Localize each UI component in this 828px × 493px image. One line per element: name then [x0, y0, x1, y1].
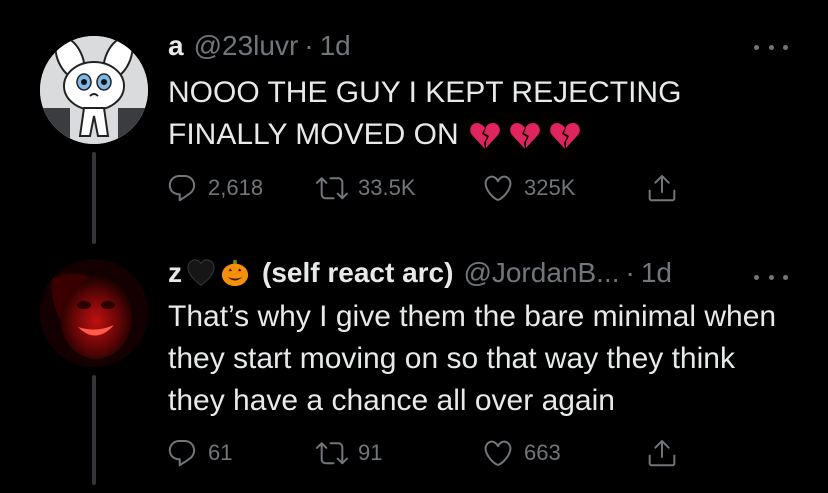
retweet-icon — [316, 442, 348, 465]
action-bar: 61 91 663 — [166, 435, 686, 471]
thread-line — [92, 152, 96, 244]
like-count: 663 — [524, 440, 561, 465]
retweet-button[interactable]: 33.5K — [316, 170, 416, 206]
heart-icon — [484, 175, 512, 201]
display-name-suffix[interactable]: (self react arc) — [262, 255, 453, 291]
separator-dot: · — [625, 257, 635, 288]
retweet-count: 91 — [358, 440, 383, 465]
timestamp[interactable]: 1d — [320, 28, 351, 64]
tweet-header: z (self react arc) @JordanB... · 1d — [168, 255, 672, 291]
broken-heart-icon — [549, 120, 581, 152]
tweet-header: a @23luvr · 1d — [168, 28, 351, 64]
reply-count: 61 — [208, 440, 233, 465]
share-button[interactable] — [646, 435, 678, 471]
display-name[interactable]: z — [168, 255, 182, 291]
retweet-count: 33.5K — [358, 175, 416, 200]
more-options-icon[interactable] — [754, 267, 788, 287]
like-button[interactable]: 663 — [482, 435, 561, 471]
broken-heart-icon — [469, 120, 501, 152]
tweet-1[interactable]: a @23luvr · 1d NOOO THE GUY I KEPT REJEC… — [0, 0, 828, 244]
share-icon — [648, 440, 676, 467]
reply-icon — [168, 439, 196, 467]
thread-line — [92, 375, 96, 485]
reply-button[interactable]: 61 — [166, 435, 232, 471]
share-icon — [648, 175, 676, 202]
tweet-text: NOOO THE GUY I KEPT REJECTING FINALLY MO… — [168, 72, 798, 156]
action-bar: 2,618 33.5K 325K — [166, 170, 686, 206]
handle[interactable]: @JordanB... — [463, 255, 619, 291]
like-count: 325K — [524, 175, 576, 200]
share-button[interactable] — [646, 170, 678, 206]
avatar[interactable] — [40, 259, 148, 367]
tweet-text-content: That’s why I give them the bare minimal … — [168, 300, 777, 417]
tweet-2[interactable]: z (self react arc) @JordanB... · 1d That… — [0, 240, 828, 493]
red-face-avatar-image — [40, 259, 148, 367]
display-name[interactable]: a — [168, 28, 184, 64]
tweet-text-content: NOOO THE GUY I KEPT REJECTING FINALLY MO… — [168, 76, 682, 151]
timestamp[interactable]: 1d — [641, 255, 672, 291]
reply-count: 2,618 — [208, 175, 264, 200]
retweet-button[interactable]: 91 — [316, 435, 382, 471]
more-options-icon[interactable] — [754, 37, 788, 57]
jack-o-lantern-icon — [220, 258, 250, 288]
retweet-icon — [316, 177, 348, 200]
tweet-text: That’s why I give them the bare minimal … — [168, 296, 798, 422]
bunny-avatar-image — [40, 36, 148, 144]
separator-dot: · — [304, 30, 314, 61]
avatar[interactable] — [40, 36, 148, 144]
reply-button[interactable]: 2,618 — [166, 170, 263, 206]
heart-icon — [484, 440, 512, 466]
broken-heart-icon — [509, 120, 541, 152]
broken-hearts — [469, 120, 581, 152]
handle[interactable]: @23luvr — [194, 28, 299, 64]
black-heart-icon — [186, 258, 216, 288]
like-button[interactable]: 325K — [482, 170, 575, 206]
reply-icon — [168, 174, 196, 202]
